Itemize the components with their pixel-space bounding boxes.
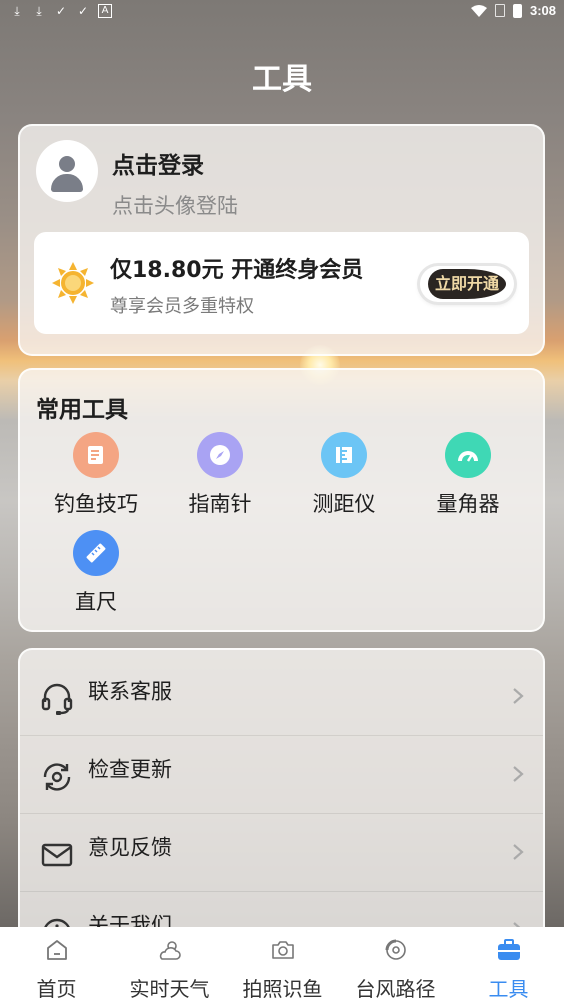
nav-label: 台风路径	[355, 977, 436, 1001]
home-icon	[46, 940, 67, 960]
vip-title: 仅18.80元 开通终身会员	[110, 258, 364, 283]
menu-item-check-update[interactable]: 检查更新	[20, 736, 543, 814]
headset-icon	[41, 683, 73, 715]
tool-label: 指南针	[188, 492, 252, 516]
chevron-right-icon	[513, 766, 524, 782]
download-icon: ⤓	[36, 4, 42, 18]
menu-label: 检查更新	[88, 757, 172, 782]
sun-icon	[52, 262, 94, 304]
protractor-icon	[445, 432, 491, 478]
settings-menu: 联系客服 检查更新 意见反馈 关于我们	[18, 648, 545, 948]
nav-typhoon[interactable]: 台风路径	[339, 927, 452, 1002]
chevron-right-icon	[513, 688, 524, 704]
vip-banner[interactable]: 仅18.80元 开通终身会员 尊享会员多重特权 立即开通	[34, 232, 529, 334]
bottom-navigation: 首页 实时天气 拍照识鱼 台风路径 工具	[0, 927, 564, 1002]
clock: 3:08	[529, 3, 556, 18]
open-vip-button-label: 立即开通	[428, 269, 506, 299]
nav-label: 工具	[488, 977, 529, 1001]
ruler-measure-icon	[321, 432, 367, 478]
tool-rangefinder[interactable]: 测距仪	[284, 432, 404, 518]
compass-icon	[197, 432, 243, 478]
vip-subtitle: 尊享会员多重特权	[110, 296, 254, 317]
camera-icon	[271, 941, 294, 959]
open-vip-button[interactable]: 立即开通	[420, 266, 514, 302]
tool-protractor[interactable]: 量角器	[408, 432, 528, 518]
login-subtitle: 点击头像登陆	[112, 194, 238, 218]
note-icon	[73, 432, 119, 478]
nav-tools[interactable]: 工具	[452, 927, 564, 1002]
sim-icon	[494, 4, 505, 17]
avatar-body	[51, 174, 83, 192]
menu-label: 联系客服	[88, 679, 172, 704]
tool-label: 测距仪	[312, 492, 376, 516]
tool-label: 钓鱼技巧	[54, 492, 138, 516]
weather-icon	[159, 941, 181, 960]
avatar[interactable]	[36, 140, 98, 202]
nav-home[interactable]: 首页	[0, 927, 113, 1002]
ruler-icon	[73, 530, 119, 576]
typhoon-icon	[385, 939, 406, 960]
nav-weather[interactable]: 实时天气	[113, 927, 226, 1002]
tools-card: 常用工具 钓鱼技巧 指南针 测距仪 量角器 直尺	[18, 368, 545, 632]
refresh-icon	[43, 763, 71, 791]
app-notification-icon: A	[98, 4, 112, 18]
menu-item-contact-service[interactable]: 联系客服	[20, 658, 543, 736]
avatar-head	[59, 156, 75, 172]
nav-label: 拍照识鱼	[242, 977, 323, 1001]
mail-icon	[41, 843, 73, 867]
menu-item-feedback[interactable]: 意见反馈	[20, 814, 543, 892]
nav-fish-recognition[interactable]: 拍照识鱼	[226, 927, 339, 1002]
check-icon: ✓	[77, 4, 89, 18]
profile-card: 点击登录 点击头像登陆 仅18.80元 开通终身会员 尊享会员多重特权 立即开通	[18, 124, 545, 356]
chevron-right-icon	[513, 844, 524, 860]
nav-label: 实时天气	[129, 977, 210, 1001]
page-title: 工具	[252, 62, 312, 97]
tool-compass[interactable]: 指南针	[160, 432, 280, 518]
check-icon: ✓	[55, 4, 67, 18]
status-bar: ⤓ ⤓ ✓ ✓ A 3:08	[0, 0, 564, 24]
battery-icon	[512, 3, 522, 18]
login-title[interactable]: 点击登录	[112, 146, 204, 180]
notification-icons: ⤓ ⤓ ✓ ✓ A	[10, 4, 112, 18]
menu-label: 意见反馈	[88, 835, 172, 860]
wifi-icon	[470, 4, 487, 17]
tools-title: 常用工具	[36, 397, 128, 423]
tool-label: 直尺	[75, 590, 117, 614]
toolbox-icon	[497, 939, 520, 960]
download-icon: ⤓	[14, 4, 20, 18]
tool-fishing-tips[interactable]: 钓鱼技巧	[36, 432, 156, 518]
nav-label: 首页	[36, 977, 77, 1001]
tool-ruler[interactable]: 直尺	[36, 530, 156, 616]
tool-label: 量角器	[436, 492, 500, 516]
